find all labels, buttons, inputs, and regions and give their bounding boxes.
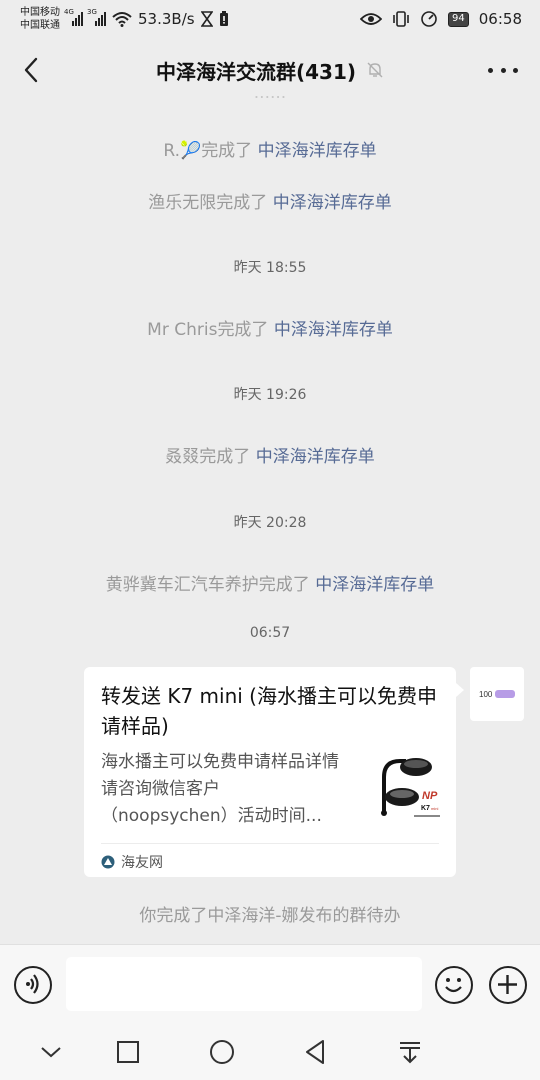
shared-link-card[interactable]: 转发送 K7 mini (海水播主可以免费申请样品) 海水播主可以免费申请样品详…: [84, 667, 464, 877]
back-nav-icon[interactable]: [301, 1037, 331, 1067]
chat-messages[interactable]: ······ R.🎾完成了 中泽海洋库存单 渔乐无限完成了 中泽海洋库存单 昨天…: [0, 96, 540, 944]
todo-link[interactable]: 中泽海洋库存单: [256, 447, 375, 467]
emoji-button[interactable]: [435, 966, 473, 1004]
network-speed: 53.3B/s: [138, 10, 195, 28]
hourglass-icon: [200, 11, 213, 27]
more-options-button[interactable]: [488, 56, 518, 84]
svg-text:100: 100: [479, 690, 493, 699]
card-description: 海水播主可以免费申请样品详情请咨询微信客户（noopsychen）活动时间...: [101, 752, 339, 826]
todo-link[interactable]: 中泽海洋库存单: [315, 575, 434, 595]
system-message-cutoff: ······: [253, 96, 287, 108]
voice-icon: [26, 974, 39, 994]
emoji-icon: [445, 978, 462, 993]
chat-header: 中泽海洋交流群(431): [0, 44, 540, 96]
todo-link[interactable]: 中泽海洋库存单: [273, 193, 392, 213]
eye-icon: [360, 13, 383, 25]
svg-text:NP: NP: [422, 790, 438, 802]
notification-pulldown-icon[interactable]: [395, 1037, 425, 1067]
hide-nav-icon[interactable]: [36, 1037, 66, 1067]
status-bar: 中国移动 中国联通 4G 3G 53.3B/s 94 06:58: [0, 0, 540, 38]
product-thumbnail: NP K7 mini: [376, 747, 442, 825]
carrier-1: 中国移动: [20, 7, 60, 18]
timestamp: 06:57: [249, 625, 291, 641]
input-bar: [0, 944, 540, 1024]
todo-link[interactable]: 中泽海洋库存单: [258, 141, 377, 161]
signal-1-icon: 4G: [64, 8, 83, 26]
timestamp: 昨天 18:55: [233, 260, 307, 276]
timestamp: 昨天 20:28: [233, 515, 307, 531]
source-logo-icon: [101, 855, 115, 869]
signal-2-type: 3G: [87, 8, 97, 16]
system-message: R.🎾完成了 中泽海洋库存单: [163, 141, 377, 161]
chat-title: 中泽海洋交流群(431): [156, 56, 384, 85]
speed-meter-icon: [421, 11, 437, 27]
timestamp: 昨天 19:26: [233, 387, 307, 403]
card-title: 转发送 K7 mini (海水播主可以免费申请样品): [101, 684, 437, 738]
system-message: Mr Chris完成了 中泽海洋库存单: [147, 320, 393, 340]
system-message: 黄骅冀车汇汽车养护完成了 中泽海洋库存单: [105, 575, 435, 595]
signal-1-type: 4G: [64, 8, 74, 16]
system-nav-bar: [0, 1024, 540, 1080]
carrier-names: 中国移动 中国联通: [20, 6, 60, 32]
group-name: 中泽海洋交流群(431): [155, 59, 357, 84]
plus-icon: [498, 975, 517, 994]
signal-2-icon: 3G: [87, 8, 106, 26]
clock: 06:58: [478, 10, 522, 28]
voice-input-button[interactable]: [14, 966, 52, 1004]
avatar-image: 100: [479, 690, 515, 699]
more-functions-button[interactable]: [489, 966, 527, 1004]
system-message: 你完成了中泽海洋-娜发布的群待办: [139, 906, 401, 926]
battery-level: 94: [448, 11, 469, 27]
user-avatar[interactable]: 100: [470, 667, 524, 721]
svg-text:K7: K7: [421, 805, 430, 812]
battery-saver-icon: [219, 11, 228, 26]
wifi-icon: [112, 12, 132, 27]
mute-bell-icon: [367, 62, 383, 78]
back-icon[interactable]: [18, 56, 46, 84]
home-icon[interactable]: [207, 1037, 237, 1067]
svg-text:mini: mini: [431, 806, 438, 811]
todo-link[interactable]: 中泽海洋库存单: [274, 320, 393, 340]
recents-icon[interactable]: [113, 1037, 143, 1067]
system-message: 渔乐无限完成了 中泽海洋库存单: [148, 193, 392, 213]
carrier-2: 中国联通: [20, 20, 60, 31]
message-input[interactable]: [66, 957, 422, 1011]
vibrate-icon: [393, 11, 409, 27]
card-source: 海友网: [101, 843, 439, 872]
source-name: 海友网: [121, 855, 163, 871]
system-message: 叒叕完成了 中泽海洋库存单: [165, 447, 375, 467]
